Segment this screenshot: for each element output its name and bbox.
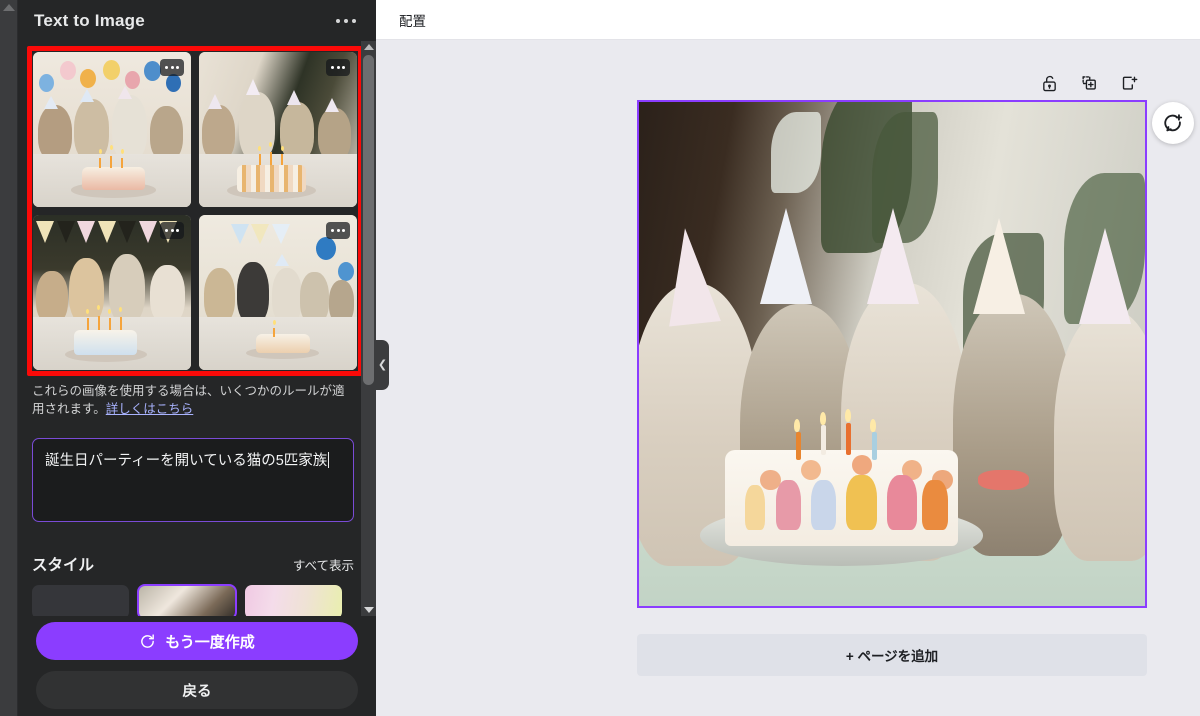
style-option[interactable] [32,585,130,616]
prompt-input-value: 誕生日パーティーを開いている猫の5匹家族 [45,453,328,469]
result-thumbnail[interactable] [33,52,191,207]
ellipsis-icon [170,229,174,232]
result-thumbnail[interactable] [199,52,357,207]
ellipsis-icon [352,18,356,23]
ellipsis-icon [170,66,174,69]
ellipsis-icon [176,229,179,232]
ellipsis-icon [165,66,168,69]
ellipsis-icon [331,66,334,69]
style-option-selected[interactable] [137,584,237,616]
ellipsis-icon [336,66,340,69]
panel-title: Text to Image [34,10,145,30]
back-button[interactable]: 戻る [36,671,358,709]
add-comment-icon [1164,114,1183,132]
style-options-row [32,584,342,616]
duplicate-button[interactable] [1076,70,1102,96]
scrollbar-caret-up-icon[interactable] [364,44,374,50]
unlock-icon [1042,75,1056,91]
thumbnail-more-menu-button[interactable] [160,59,184,76]
style-section-title: スタイル [32,557,95,574]
regenerate-button-label: もう一度作成 [165,633,255,651]
panel-more-menu-button[interactable] [332,13,360,29]
regenerate-button[interactable]: もう一度作成 [36,622,358,660]
panel-scroll-area: これらの画像を使用する場合は、いくつかのルールが適用されます。詳しくはこちら 誕… [18,41,376,616]
app-root: Text to Image これらの画像を使用する場合は、いくつかのルールが適用… [0,0,1200,716]
canvas-stage: 配置 + ページを追加 [376,0,1200,716]
panel-collapse-handle[interactable]: ❮ [376,340,389,390]
thumbnail-more-menu-button[interactable] [326,222,350,239]
duplicate-icon [1082,75,1096,90]
canvas-selected-image[interactable] [637,100,1147,608]
ellipsis-icon [342,229,345,232]
stage-header: 配置 [376,0,1200,40]
panel-scrollbar[interactable] [361,41,376,616]
left-rail [0,0,18,716]
canvas-image-content [639,102,1145,606]
generated-results-grid [33,52,357,370]
ellipsis-icon [331,229,334,232]
style-section-header: スタイル すべて表示 [32,553,354,575]
ellipsis-icon [165,229,168,232]
style-option[interactable] [244,585,342,616]
usage-disclaimer-link[interactable]: 詳しくはこちら [106,402,194,416]
panel-header: Text to Image [18,0,376,41]
canvas-toolbar [1036,70,1142,96]
text-caret [328,452,330,468]
refresh-icon [141,633,155,648]
thumbnail-more-menu-button[interactable] [326,59,350,76]
chevron-left-icon: ❮ [377,358,388,371]
stage-header-title: 配置 [399,13,426,29]
scrollbar-thumb[interactable] [363,55,374,385]
rail-caret-up-icon[interactable] [3,4,15,11]
usage-disclaimer: これらの画像を使用する場合は、いくつかのルールが適用されます。詳しくはこちら [32,382,354,418]
lock-button[interactable] [1036,70,1062,96]
result-thumbnail[interactable] [199,215,357,370]
ellipsis-icon [336,18,340,23]
ellipsis-icon [344,18,348,23]
add-page-layer-button[interactable] [1116,70,1142,96]
scrollbar-caret-down-icon[interactable] [364,607,374,613]
export-icon [1122,76,1138,90]
prompt-input[interactable]: 誕生日パーティーを開いている猫の5匹家族 [32,438,354,522]
thumbnail-more-menu-button[interactable] [160,222,184,239]
ellipsis-icon [342,66,345,69]
add-comment-button[interactable] [1152,102,1194,144]
panel-actions: もう一度作成 戻る [18,616,376,716]
result-thumbnail[interactable] [33,215,191,370]
text-to-image-panel: Text to Image これらの画像を使用する場合は、いくつかのルールが適用… [18,0,376,716]
style-show-all-button[interactable]: すべて表示 [293,555,354,574]
add-page-button[interactable]: + ページを追加 [637,634,1147,676]
ellipsis-icon [176,66,179,69]
ellipsis-icon [336,229,340,232]
